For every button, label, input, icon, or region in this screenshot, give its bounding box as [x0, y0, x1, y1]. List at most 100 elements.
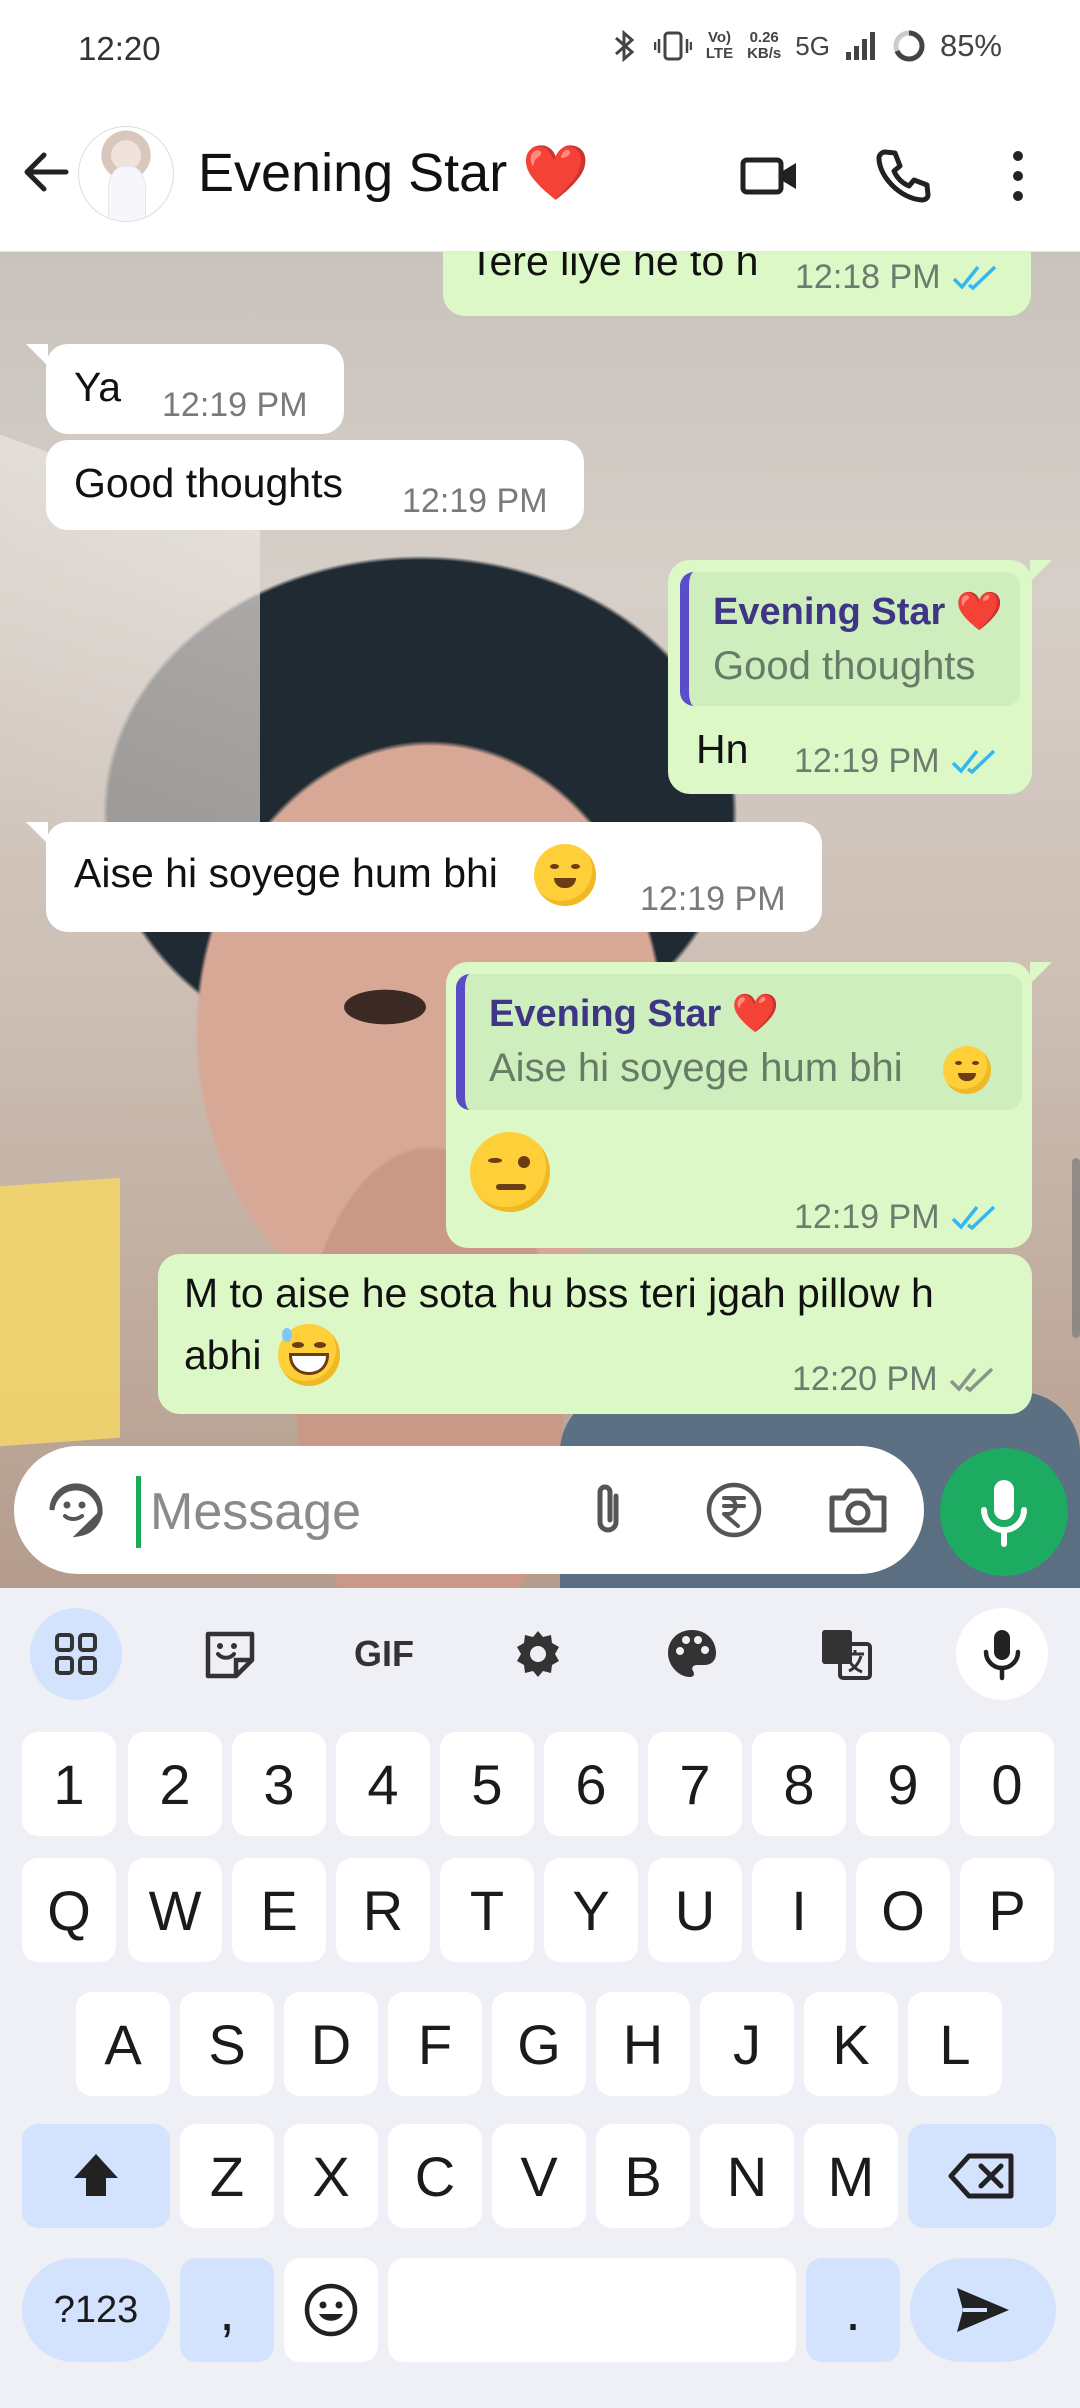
- key-l[interactable]: L: [908, 1992, 1002, 2096]
- shift-key[interactable]: [22, 2124, 170, 2228]
- payment-button[interactable]: [702, 1478, 766, 1542]
- voice-call-button[interactable]: [870, 144, 934, 208]
- message-input[interactable]: Message: [150, 1482, 361, 1542]
- keyboard-settings-button[interactable]: [492, 1608, 584, 1700]
- voice-record-button[interactable]: [940, 1448, 1068, 1576]
- send-key[interactable]: [910, 2258, 1056, 2362]
- status-bar: 12:20 Vo) LTE 0.26 KB/s 5G 85%: [0, 0, 1080, 100]
- key-2[interactable]: 2: [128, 1732, 222, 1836]
- key-g[interactable]: G: [492, 1992, 586, 2096]
- quoted-message[interactable]: Evening Star ❤️ Aise hi soyege hum bhi: [456, 974, 1022, 1110]
- key-a[interactable]: A: [76, 1992, 170, 2096]
- key-x[interactable]: X: [284, 2124, 378, 2228]
- key-y[interactable]: Y: [544, 1858, 638, 1962]
- message-bubble-outgoing[interactable]: Evening Star ❤️ Good thoughts Hn 12:19 P…: [668, 560, 1032, 794]
- message-text: Good thoughts: [74, 460, 343, 506]
- contact-name[interactable]: Evening Star ❤️: [198, 142, 589, 205]
- quoted-author: Evening Star ❤️: [489, 993, 780, 1035]
- bluetooth-icon: [610, 28, 640, 64]
- message-bubble-outgoing[interactable]: M to aise he sota hu bss teri jgah pillo…: [158, 1254, 1032, 1414]
- mic-icon: [981, 1480, 1027, 1547]
- message-text-line1: M to aise he sota hu bss teri jgah pillo…: [184, 1270, 934, 1316]
- message-bubble-incoming[interactable]: Aise hi soyege hum bhi 12:19 PM: [46, 822, 822, 932]
- message-time: 12:19 PM: [402, 482, 548, 520]
- video-camera-icon: [740, 157, 796, 195]
- key-j[interactable]: J: [700, 1992, 794, 2096]
- key-z[interactable]: Z: [180, 2124, 274, 2228]
- more-options-button[interactable]: [988, 144, 1048, 208]
- scrollbar[interactable]: [1072, 1158, 1080, 1338]
- keyboard-sticker-button[interactable]: [184, 1608, 276, 1700]
- theme-button[interactable]: [646, 1608, 738, 1700]
- key-n[interactable]: N: [700, 2124, 794, 2228]
- emoji-key[interactable]: [284, 2258, 378, 2362]
- bubble-tail: [26, 344, 48, 366]
- smiley-icon: [304, 2283, 358, 2337]
- chat-area[interactable]: Tere liye he to h 12:18 PM Ya 12:19 PM G…: [0, 252, 1080, 1588]
- message-time: 12:19 PM: [794, 742, 940, 780]
- key-9[interactable]: 9: [856, 1732, 950, 1836]
- symbols-key[interactable]: ?123: [22, 2258, 170, 2362]
- camera-button[interactable]: [826, 1478, 890, 1542]
- key-q[interactable]: Q: [22, 1858, 116, 1962]
- key-u[interactable]: U: [648, 1858, 742, 1962]
- period-key[interactable]: .: [806, 2258, 900, 2362]
- key-5[interactable]: 5: [440, 1732, 534, 1836]
- key-3[interactable]: 3: [232, 1732, 326, 1836]
- quoted-text: Aise hi soyege hum bhi: [489, 1046, 903, 1090]
- message-text: Aise hi soyege hum bhi: [74, 850, 498, 896]
- back-button[interactable]: [18, 144, 74, 200]
- message-composer[interactable]: Message: [14, 1446, 924, 1574]
- key-6[interactable]: 6: [544, 1732, 638, 1836]
- key-b[interactable]: B: [596, 2124, 690, 2228]
- key-e[interactable]: E: [232, 1858, 326, 1962]
- translate-button[interactable]: [800, 1608, 892, 1700]
- apps-grid-button[interactable]: [30, 1608, 122, 1700]
- wallpaper-note: [0, 1177, 120, 1447]
- key-t[interactable]: T: [440, 1858, 534, 1962]
- key-7[interactable]: 7: [648, 1732, 742, 1836]
- battery-percent: 85%: [939, 28, 1002, 63]
- message-bubble-incoming[interactable]: Ya 12:19 PM: [46, 344, 344, 434]
- key-d[interactable]: D: [284, 1992, 378, 2096]
- message-bubble-incoming[interactable]: Good thoughts 12:19 PM: [46, 440, 584, 530]
- key-p[interactable]: P: [960, 1858, 1054, 1962]
- message-time: 12:18 PM: [795, 258, 941, 296]
- quoted-text: Good thoughts: [713, 644, 976, 688]
- key-8[interactable]: 8: [752, 1732, 846, 1836]
- backspace-key[interactable]: [908, 2124, 1056, 2228]
- contact-avatar[interactable]: [78, 126, 174, 222]
- key-4[interactable]: 4: [336, 1732, 430, 1836]
- comma-key[interactable]: ,: [180, 2258, 274, 2362]
- translate-icon: [822, 1630, 872, 1680]
- chat-header: Evening Star ❤️: [0, 100, 1080, 252]
- key-o[interactable]: O: [856, 1858, 950, 1962]
- sticker-button[interactable]: [44, 1478, 108, 1542]
- key-v[interactable]: V: [492, 2124, 586, 2228]
- key-r[interactable]: R: [336, 1858, 430, 1962]
- key-c[interactable]: C: [388, 2124, 482, 2228]
- gif-button[interactable]: GIF: [338, 1608, 430, 1700]
- key-h[interactable]: H: [596, 1992, 690, 2096]
- voice-typing-button[interactable]: [956, 1608, 1048, 1700]
- bubble-tail: [1030, 962, 1052, 984]
- message-bubble-outgoing[interactable]: Evening Star ❤️ Aise hi soyege hum bhi 1…: [446, 962, 1032, 1248]
- key-s[interactable]: S: [180, 1992, 274, 2096]
- key-f[interactable]: F: [388, 1992, 482, 2096]
- message-bubble-outgoing[interactable]: Tere liye he to h 12:18 PM: [443, 252, 1031, 316]
- key-i[interactable]: I: [752, 1858, 846, 1962]
- key-m[interactable]: M: [804, 2124, 898, 2228]
- key-0[interactable]: 0: [960, 1732, 1054, 1836]
- palette-icon: [668, 1630, 716, 1677]
- space-key[interactable]: [388, 2258, 796, 2362]
- keyboard-toolbar: GIF: [0, 1588, 1080, 1708]
- keyboard: GIF 1 2 3 4 5 6 7 8 9 0 Q W E R T Y U I …: [0, 1588, 1080, 2408]
- key-1[interactable]: 1: [22, 1732, 116, 1836]
- attach-button[interactable]: [576, 1478, 640, 1542]
- message-meta: 12:19 PM: [794, 1198, 998, 1237]
- camera-icon: [829, 1488, 887, 1533]
- key-w[interactable]: W: [128, 1858, 222, 1962]
- video-call-button[interactable]: [738, 144, 802, 208]
- key-k[interactable]: K: [804, 1992, 898, 2096]
- quoted-message[interactable]: Evening Star ❤️ Good thoughts: [680, 572, 1020, 706]
